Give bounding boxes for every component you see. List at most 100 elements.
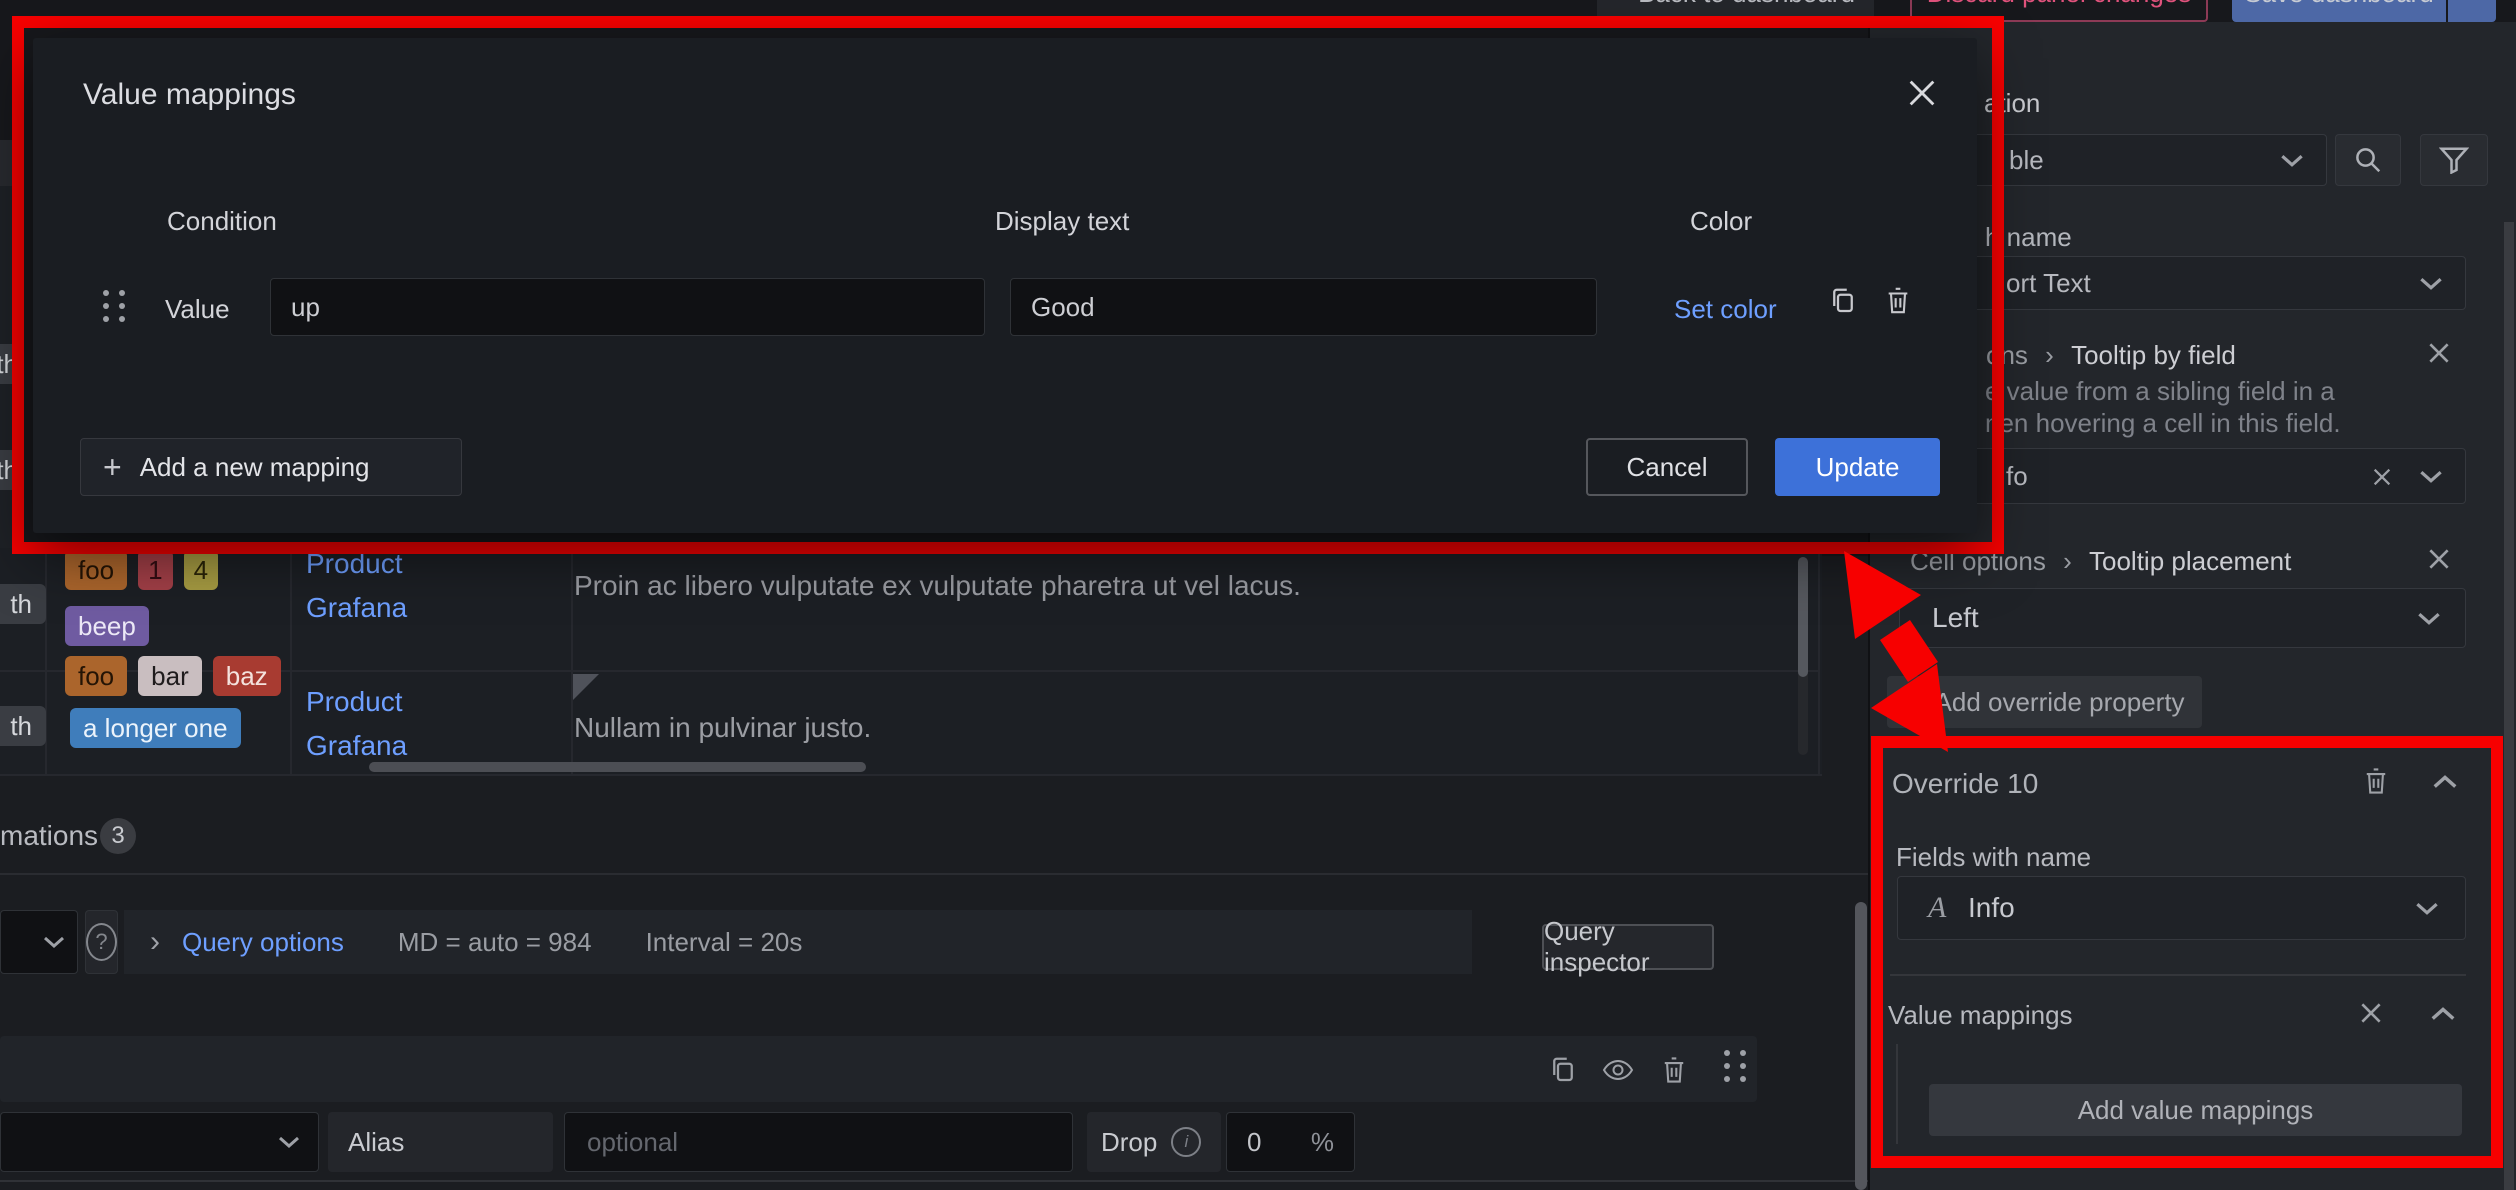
tag-group-row2: foo bar baz <box>65 656 292 696</box>
viz-select[interactable]: ble <box>1971 134 2327 186</box>
datasource-select[interactable] <box>0 910 78 974</box>
product-link[interactable]: Product <box>306 686 403 718</box>
save-dashboard-caret-button[interactable]: ▾ <box>2448 0 2496 22</box>
duplicate-mapping-icon[interactable] <box>1828 286 1858 316</box>
value-mappings-modal: Value mappings Condition Display text Co… <box>33 38 1977 533</box>
table-vertical-scrollbar-thumb[interactable] <box>1798 557 1808 677</box>
chevron-down-icon <box>2280 153 2304 168</box>
query-editor-header <box>0 1036 1757 1102</box>
annotation-override-box <box>1871 736 2503 1168</box>
tooltip-placement-value: Left <box>1932 602 1979 634</box>
tooltip-desc-line2: nen hovering a cell in this field. <box>1985 408 2341 439</box>
query-inspector-label: Query inspector <box>1544 916 1712 978</box>
tooltip-field-select-value: fo <box>2006 461 2028 492</box>
search-icon <box>2353 145 2383 175</box>
viz-select-value: ble <box>2009 145 2044 176</box>
mapping-kind-label: Value <box>165 294 230 325</box>
field-select[interactable]: ort Text <box>1973 256 2466 310</box>
add-new-mapping-label: Add a new mapping <box>140 452 370 483</box>
tooltip-field-select[interactable]: fo <box>1973 448 2466 504</box>
tooltip-desc-line1: e value from a sibling field in a <box>1985 376 2335 407</box>
sidebar-scrollbar[interactable] <box>2504 222 2514 1190</box>
mapping-drag-handle[interactable] <box>103 290 126 322</box>
query-inspector-button[interactable]: Query inspector <box>1542 924 1714 970</box>
remove-tooltip-placement-icon[interactable] <box>2426 546 2452 572</box>
table-horizontal-scrollbar-thumb[interactable] <box>369 762 866 772</box>
tag-beep-wrap: beep <box>65 606 160 646</box>
tooltip-by-field-breadcrumb: ons › Tooltip by field <box>1986 340 2236 371</box>
remove-tooltip-by-field-icon[interactable] <box>2426 340 2452 366</box>
color-column-header: Color <box>1690 206 1752 237</box>
back-to-dashboard-label: Back to dashboard <box>1638 0 1855 9</box>
clear-selection-icon[interactable] <box>2371 466 2393 488</box>
drop-label: Drop <box>1101 1127 1157 1158</box>
grafana-link[interactable]: Grafana <box>306 592 407 624</box>
transformations-label: mations <box>0 820 98 852</box>
cell-pill-text: th <box>10 711 32 742</box>
duplicate-query-icon[interactable] <box>1548 1055 1578 1085</box>
transformations-count-badge: 3 <box>100 818 136 854</box>
search-options-button[interactable] <box>2335 134 2401 186</box>
cell-pill-text: th <box>10 589 32 620</box>
alias-input[interactable] <box>564 1112 1073 1172</box>
tag-1: 1 <box>138 550 172 590</box>
discard-label: Discard panel changes <box>1927 0 2192 9</box>
cell-text: Proin ac libero vulputate ex vulputate p… <box>574 570 1301 602</box>
cell-corner-marker <box>573 674 599 700</box>
display-text-input[interactable] <box>1010 278 1597 336</box>
add-override-label: Add override property <box>1935 687 2185 718</box>
tag-foo: foo <box>65 550 127 590</box>
chevron-down-icon <box>43 935 65 949</box>
save-label: Save dashboard <box>2244 0 2433 9</box>
condition-value-input[interactable] <box>270 278 985 336</box>
query-drag-handle[interactable] <box>1724 1050 1747 1082</box>
cancel-button[interactable]: Cancel <box>1586 438 1748 496</box>
percent-suffix: % <box>1311 1127 1334 1158</box>
chevron-down-icon <box>278 1135 300 1149</box>
chevron-down-icon <box>2419 276 2443 291</box>
plus-icon: + <box>1903 685 1921 719</box>
delete-query-trash-icon[interactable] <box>1660 1055 1688 1085</box>
drop-percent-input[interactable]: 0 % <box>1226 1112 1355 1172</box>
section-divider <box>0 873 1868 875</box>
add-override-property-button[interactable]: + Add override property <box>1887 676 2202 728</box>
add-new-mapping-button[interactable]: + Add a new mapping <box>80 438 462 496</box>
query-type-select[interactable] <box>0 1112 319 1172</box>
tooltip-placement-select[interactable]: Left <box>1899 588 2466 648</box>
hide-query-eye-icon[interactable] <box>1602 1057 1634 1083</box>
condition-column-header: Condition <box>167 206 277 237</box>
cell-pill-row2: th <box>0 706 46 746</box>
modal-title: Value mappings <box>83 78 296 112</box>
chevron-down-icon <box>2417 611 2441 626</box>
query-options-label[interactable]: Query options <box>182 927 344 958</box>
table-panel: foo foo 1 4 beep th Product Grafana Proi… <box>0 548 1822 776</box>
delete-mapping-trash-icon[interactable] <box>1884 285 1912 316</box>
update-label: Update <box>1816 452 1900 483</box>
count-text: 3 <box>111 822 124 850</box>
datasource-help-button[interactable]: ? <box>85 910 118 974</box>
alias-label-box: Alias <box>328 1112 553 1172</box>
set-color-link[interactable]: Set color <box>1674 294 1777 325</box>
query-options-bar[interactable]: › Query options MD = auto = 984 Interval… <box>124 910 1472 974</box>
save-dashboard-button[interactable]: Save dashboard <box>2232 0 2446 22</box>
tag-foo: foo <box>65 656 127 696</box>
field-select-value: ort Text <box>2006 268 2091 299</box>
query-interval-summary: Interval = 20s <box>646 927 803 958</box>
info-circle-icon: i <box>1171 1127 1201 1157</box>
column-divider <box>571 548 573 776</box>
grafana-panel-editor: ‹ Back to dashboard Discard panel change… <box>0 0 2516 1190</box>
cell-text: Nullam in pulvinar justo. <box>574 712 871 744</box>
close-modal-icon[interactable] <box>1905 76 1939 110</box>
main-scrollbar-thumb[interactable] <box>1855 902 1867 1190</box>
tag-4: 4 <box>184 550 218 590</box>
panel-right-border <box>1818 548 1820 776</box>
chevron-separator: › <box>2063 546 2072 576</box>
update-button[interactable]: Update <box>1775 438 1940 496</box>
filter-options-button[interactable] <box>2420 134 2488 186</box>
funnel-icon <box>2439 146 2469 174</box>
query-md-summary: MD = auto = 984 <box>398 927 592 958</box>
grafana-link[interactable]: Grafana <box>306 730 407 762</box>
alias-label: Alias <box>348 1127 404 1158</box>
tooltip-by-field-title: Tooltip by field <box>2071 340 2236 370</box>
display-text-column-header: Display text <box>995 206 1129 237</box>
